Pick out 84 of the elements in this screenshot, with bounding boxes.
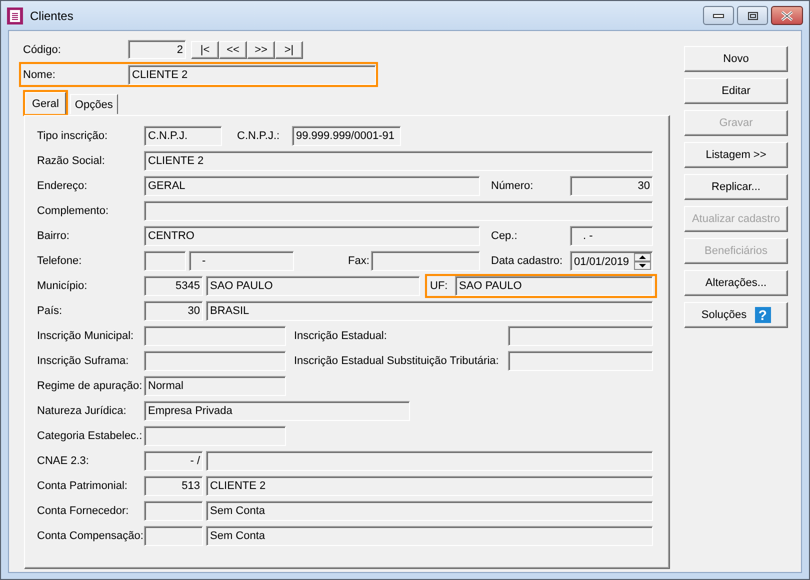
field-label: UF: [430, 280, 449, 292]
text-field[interactable]: - [189, 250, 294, 270]
date-value: 01/01/2019 [574, 254, 630, 268]
text-field[interactable] [371, 250, 480, 270]
field-label: Endereço: [37, 180, 88, 192]
field-label: Inscrição Estadual Substituição Tributária: [294, 354, 500, 366]
navigation-button[interactable]: >| [275, 40, 303, 58]
field-label: Conta Fornecedor: [37, 504, 130, 516]
field-label: CNAE 2.3: [37, 454, 90, 466]
field-label: Data cadastro: [491, 254, 564, 266]
text-field[interactable] [144, 350, 286, 370]
text-field[interactable]: 30 [144, 300, 203, 320]
text-field[interactable] [144, 500, 203, 520]
tab[interactable]: Opções [70, 94, 118, 114]
tab[interactable]: Geral [25, 92, 66, 114]
action-button[interactable]: Listagem >> [684, 142, 788, 168]
window-title: Clientes [30, 8, 74, 22]
text-field[interactable]: BRASIL [206, 300, 653, 320]
field-label: Nome: [23, 68, 56, 80]
field-label: Código: [23, 44, 62, 56]
text-field[interactable]: GERAL [144, 176, 480, 196]
minimize-button[interactable] [703, 6, 734, 25]
action-button[interactable]: Soluções ? [684, 302, 788, 328]
field-label: Razão Social: [37, 154, 106, 166]
text-field[interactable]: C.N.P.J. [144, 126, 222, 146]
minimize-icon [713, 14, 724, 18]
field-label: Bairro: [37, 230, 70, 242]
maximize-button[interactable] [737, 6, 768, 25]
field-label: Regime de apuração: [37, 380, 142, 392]
text-field[interactable] [206, 450, 653, 470]
spinner-icon [634, 253, 651, 270]
text-field[interactable]: 513 [144, 476, 203, 496]
name-field[interactable]: CLIENTE 2 [128, 64, 376, 84]
field-label: Tipo inscrição: [37, 130, 109, 142]
field-label: Categoria Estabelec.: [37, 430, 142, 442]
text-field[interactable] [508, 350, 653, 370]
field-label: Fax: [348, 254, 370, 266]
maximize-icon [748, 12, 758, 20]
action-button[interactable]: Editar [684, 78, 788, 104]
field-label: País: [37, 304, 64, 316]
field-label: Cep.: [491, 230, 518, 242]
field-label: Inscrição Suframa: [37, 354, 130, 366]
text-field[interactable]: CENTRO [144, 226, 480, 246]
action-button[interactable]: Novo [684, 46, 788, 72]
text-field[interactable]: Sem Conta [206, 500, 653, 520]
text-field[interactable]: - / [144, 450, 203, 470]
navigation-button[interactable]: >> [247, 40, 275, 58]
text-field[interactable]: Normal [144, 376, 286, 396]
action-button[interactable]: Alterações... [684, 270, 788, 296]
field-label: Inscrição Estadual: [294, 330, 388, 342]
field-label: Inscrição Municipal: [37, 330, 135, 342]
close-icon [781, 10, 793, 20]
text-field[interactable] [144, 426, 286, 446]
field-label: Município: [37, 280, 88, 292]
help-icon: ? [754, 307, 771, 323]
navigation-button[interactable]: |< [191, 40, 219, 58]
field-label: Conta Patrimonial: [37, 480, 128, 492]
field-label: C.N.P.J.: [237, 130, 281, 142]
navigation-button[interactable]: << [219, 40, 247, 58]
text-field[interactable]: 5345 [144, 276, 203, 296]
text-field[interactable]: SAO PAULO [206, 276, 420, 296]
text-field[interactable]: CLIENTE 2 [206, 476, 653, 496]
text-field[interactable]: CLIENTE 2 [144, 150, 653, 170]
field-label: Telefone: [37, 254, 83, 266]
text-field[interactable] [144, 250, 186, 270]
text-field[interactable] [144, 326, 286, 346]
text-field[interactable]: SAO PAULO [455, 276, 653, 296]
text-field[interactable]: . - [570, 226, 653, 246]
text-field[interactable] [144, 200, 653, 220]
text-field[interactable]: Empresa Privada [144, 400, 410, 420]
text-field[interactable] [508, 326, 653, 346]
date-field[interactable]: 01/01/2019 [570, 250, 653, 270]
code-field[interactable]: 2 [128, 40, 186, 59]
text-field[interactable] [144, 526, 203, 546]
action-button[interactable]: Replicar... [684, 174, 788, 200]
field-label: Natureza Jurídica: [37, 404, 128, 416]
field-label: Número: [491, 180, 534, 192]
close-button[interactable] [771, 6, 803, 25]
field-label: Complemento: [37, 204, 110, 216]
document-icon [6, 6, 24, 24]
field-label: Conta Compensação: [37, 530, 142, 542]
text-field[interactable]: 30 [570, 176, 653, 196]
text-field[interactable]: 99.999.999/0001-91 [292, 126, 401, 146]
text-field[interactable]: Sem Conta [206, 526, 653, 546]
